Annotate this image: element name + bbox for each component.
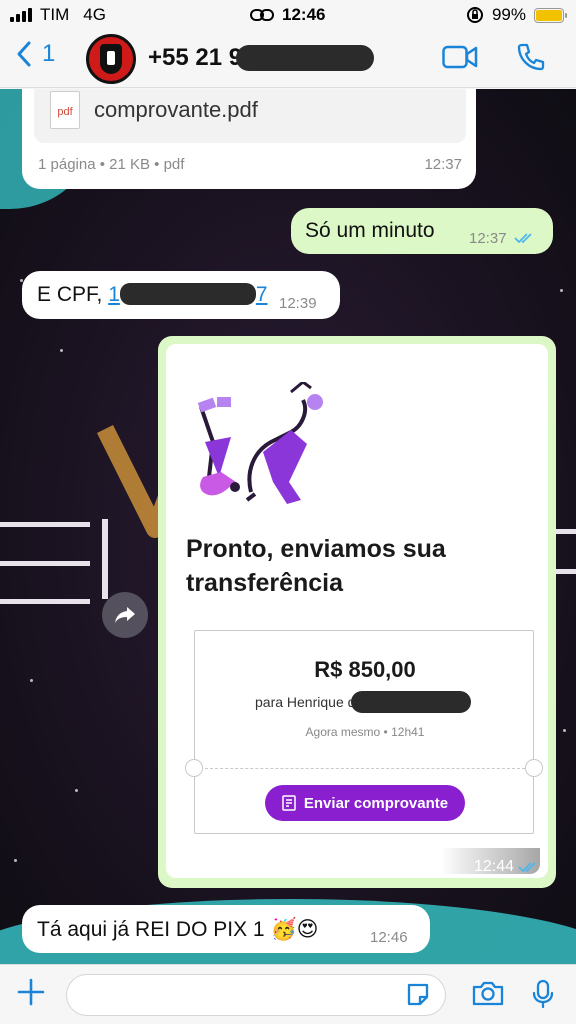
unread-count: 1	[42, 40, 56, 67]
video-call-icon[interactable]	[442, 45, 478, 69]
cpf-link[interactable]: 17	[108, 283, 268, 306]
link-icon	[250, 9, 274, 21]
cpf-link-end: 7	[255, 283, 268, 306]
status-bar: TIM 4G 12:46 99%	[0, 0, 576, 30]
wallpaper-line	[0, 561, 90, 566]
receipt-notch	[525, 759, 543, 777]
wallpaper-line	[553, 569, 576, 574]
camera-icon[interactable]	[472, 979, 504, 1007]
forward-icon	[115, 607, 135, 623]
network-label: 4G	[83, 5, 106, 24]
document-preview[interactable]: pdf comprovante.pdf	[34, 89, 466, 143]
document-filename: comprovante.pdf	[94, 97, 258, 122]
carrier-label: TIM	[40, 5, 70, 24]
attach-button[interactable]	[16, 977, 46, 1011]
message-body: Tá aqui já REI DO PIX 1	[37, 918, 265, 941]
redaction-bar	[351, 691, 472, 713]
transfer-details: R$ 850,00 para Henrique d Agora mesmo • …	[185, 630, 543, 834]
input-bar	[0, 964, 576, 1024]
receipt-divider	[205, 768, 525, 769]
phone-icon[interactable]	[516, 42, 546, 72]
plus-icon	[17, 978, 45, 1006]
wallpaper-star	[14, 859, 17, 862]
message-incoming[interactable]: E CPF, 17 12:39	[22, 271, 340, 319]
cpf-link-start: 1	[108, 283, 120, 306]
wallpaper-star	[563, 729, 566, 732]
dancing-people-illustration	[197, 382, 323, 504]
pdf-icon-label: pdf	[57, 106, 73, 118]
forward-button[interactable]	[102, 592, 148, 638]
message-outgoing[interactable]: Só um minuto 12:37	[291, 208, 553, 254]
partying-face-emoji: 🥳	[270, 918, 297, 941]
wallpaper-line	[0, 522, 90, 527]
receipt-notch	[185, 759, 203, 777]
back-button[interactable]: 1	[16, 40, 55, 68]
orientation-lock-icon	[466, 7, 483, 23]
message-time: 12:44	[473, 858, 514, 875]
transfer-time: Agora mesmo • 12h41	[305, 725, 425, 739]
message-incoming[interactable]: Tá aqui já REI DO PIX 1 🥳😍 12:46	[22, 905, 430, 953]
chat-area[interactable]: pdf comprovante.pdf 1 página • 21 KB • p…	[0, 89, 576, 964]
message-time: 12:37	[424, 156, 462, 173]
contact-name[interactable]: +55 21 9	[148, 44, 375, 72]
battery-percent: 99%	[491, 5, 526, 24]
message-time: 12:37	[469, 230, 507, 247]
input-actions	[472, 979, 554, 1009]
transfer-amount: R$ 850,00	[314, 657, 416, 682]
status-right: 99%	[466, 5, 567, 25]
wallpaper-star	[75, 789, 78, 792]
document-meta: 1 página • 21 KB • pdf	[38, 156, 185, 173]
wallpaper-line	[0, 599, 90, 604]
redaction-bar	[119, 283, 256, 305]
message-time: 12:39	[279, 295, 317, 312]
message-prefix: E CPF,	[37, 283, 109, 306]
microphone-icon[interactable]	[532, 979, 554, 1009]
wallpaper-line	[553, 529, 576, 534]
chevron-left-icon	[17, 41, 31, 67]
wallpaper-star	[30, 679, 33, 682]
contact-number: +55 21 9	[148, 44, 243, 71]
message-input[interactable]	[66, 974, 446, 1016]
message-text: E CPF, 17	[37, 283, 268, 307]
read-receipt-icon	[514, 233, 532, 244]
send-receipt-button[interactable]: Enviar comprovante	[265, 785, 465, 821]
message-text: Tá aqui já REI DO PIX 1 🥳😍	[37, 917, 319, 942]
send-receipt-label: Enviar comprovante	[303, 794, 449, 812]
chat-header: 1 +55 21 9	[0, 30, 576, 88]
message-image[interactable]: Pronto, enviamos sua transferência R$ 85…	[158, 336, 556, 888]
status-center: 12:46	[250, 5, 325, 25]
read-receipt-icon	[518, 862, 536, 873]
transfer-receipt-image[interactable]: Pronto, enviamos sua transferência R$ 85…	[166, 344, 548, 878]
wallpaper-star	[60, 349, 63, 352]
avatar[interactable]	[86, 34, 136, 84]
document-icon	[282, 795, 296, 811]
transfer-recipient: para Henrique d	[255, 691, 472, 713]
redaction-bar	[236, 45, 375, 71]
message-time: 12:46	[370, 929, 408, 946]
status-left: TIM 4G	[10, 5, 106, 25]
clock: 12:46	[282, 5, 326, 24]
header-actions	[442, 42, 546, 72]
pdf-file-icon: pdf	[50, 91, 80, 129]
battery-icon	[534, 7, 567, 23]
recipient-label: para Henrique d	[255, 694, 356, 710]
signal-icon	[10, 8, 32, 22]
transfer-headline: Pronto, enviamos sua transferência	[186, 535, 446, 597]
message-text: Só um minuto	[305, 219, 435, 242]
heart-eyes-emoji: 😍	[296, 918, 319, 941]
sticker-icon[interactable]	[405, 982, 431, 1008]
wallpaper-star	[560, 289, 563, 292]
message-document[interactable]: pdf comprovante.pdf 1 página • 21 KB • p…	[22, 89, 476, 189]
